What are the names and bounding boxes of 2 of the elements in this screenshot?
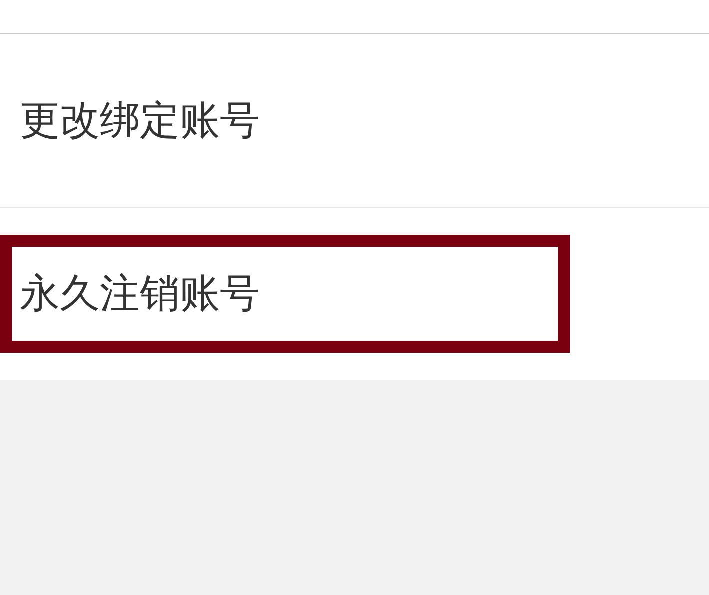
settings-item[interactable]: 更改绑定账号	[20, 96, 260, 144]
settings-item[interactable]: 永久注销账号	[20, 270, 260, 318]
